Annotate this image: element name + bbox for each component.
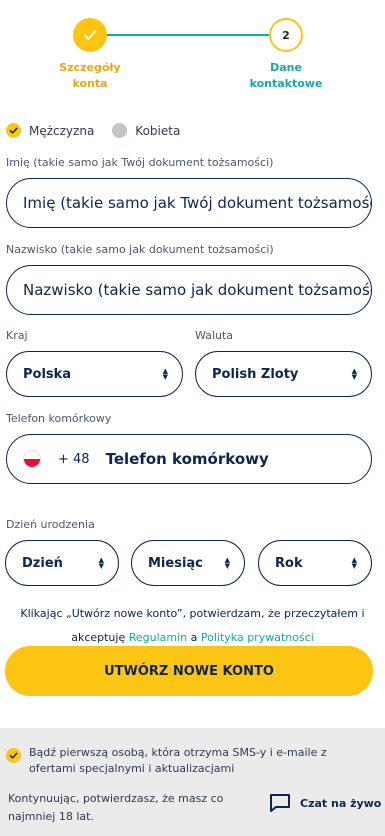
phone-prefix[interactable]: + 48 (58, 452, 90, 467)
radio-unchecked-icon[interactable] (112, 123, 128, 138)
birth-year-value: Rok (275, 555, 303, 571)
age-notice: Kontynuując, potwierdzasz, że masz co na… (8, 792, 224, 823)
step-1-done-indicator[interactable] (73, 18, 107, 52)
gender-option-male[interactable]: Mężczyzna (6, 123, 94, 138)
phone-placeholder: Telefon komórkowy (105, 450, 269, 468)
step-2-label-line2: kontaktowe (249, 77, 323, 90)
terms-accept-text: akceptuję (71, 631, 129, 644)
step-1-label[interactable]: Szczegóły konta (40, 60, 140, 92)
last-name-input[interactable]: Nazwisko (takie samo jak dokument tożsam… (6, 265, 372, 315)
checkbox-checked-icon[interactable] (6, 748, 21, 763)
last-name-label: Nazwisko (takie samo jak dokument tożsam… (6, 243, 274, 256)
registration-page: 2 Szczegóły konta Dane kontaktowe Mężczy… (0, 0, 385, 836)
regulations-link[interactable]: Regulamin (129, 631, 187, 644)
birthdate-label: Dzień urodzenia (6, 518, 95, 531)
phone-label: Telefon komórkowy (6, 412, 112, 425)
step-2-indicator: 2 (269, 18, 303, 52)
updown-arrows-icon: ▲ ▼ (351, 556, 357, 570)
create-account-label: UTWÓRZ NOWE KONTO (104, 663, 274, 679)
progress-stepper: 2 Szczegóły konta Dane kontaktowe (0, 18, 385, 98)
updown-arrows-icon: ▲ ▼ (351, 367, 357, 381)
chat-bubble-icon (270, 794, 290, 812)
live-chat-label: Czat na żywo (300, 796, 382, 810)
marketing-consent[interactable]: Bądź pierwszą osobą, która otrzyma SMS-y… (6, 745, 359, 777)
country-value: Polska (23, 366, 72, 382)
footer-panel: Bądź pierwszą osobą, która otrzyma SMS-y… (0, 728, 385, 836)
updown-arrows-icon: ▲ ▼ (98, 556, 104, 570)
radio-checked-icon[interactable] (6, 123, 21, 138)
birth-month-select[interactable]: Miesiąc ▲ ▼ (131, 540, 245, 586)
last-name-placeholder: Nazwisko (takie samo jak dokument tożsam… (23, 281, 372, 299)
terms-and-text: a (187, 631, 201, 644)
terms-notice: Klikając „Utwórz nowe konto”, potwierdza… (0, 602, 385, 650)
currency-value: Polish Zloty (212, 366, 299, 382)
privacy-policy-link[interactable]: Polityka prywatności (201, 631, 314, 644)
country-label: Kraj (6, 329, 28, 342)
marketing-consent-text: Bądź pierwszą osobą, która otrzyma SMS-y… (29, 746, 327, 775)
first-name-input[interactable]: Imię (takie samo jak Twój dokument tożsa… (6, 178, 372, 228)
step-1-label-line1: Szczegóły (59, 61, 121, 74)
updown-arrows-icon: ▲ ▼ (162, 367, 168, 381)
live-chat-button[interactable]: Czat na żywo (269, 793, 381, 813)
first-name-placeholder: Imię (takie samo jak Twój dokument tożsa… (23, 194, 372, 212)
gender-selector: Mężczyzna Kobieta (6, 123, 198, 138)
step-2-number: 2 (282, 28, 290, 42)
first-name-label: Imię (takie samo jak Twój dokument tożsa… (6, 156, 274, 169)
updown-arrows-icon: ▲ ▼ (224, 556, 230, 570)
birth-year-select[interactable]: Rok ▲ ▼ (258, 540, 372, 586)
birth-month-value: Miesiąc (148, 555, 203, 571)
checkmark-icon (84, 30, 96, 40)
country-select[interactable]: Polska ▲ ▼ (6, 351, 183, 397)
birth-day-value: Dzień (22, 555, 63, 571)
create-account-button[interactable]: UTWÓRZ NOWE KONTO (5, 646, 373, 696)
phone-input[interactable]: + 48 Telefon komórkowy (6, 434, 372, 484)
terms-line1: Klikając „Utwórz nowe konto”, potwierdza… (20, 607, 365, 620)
step-2-label-line1: Dane (270, 61, 302, 74)
step-1-label-line2: konta (72, 77, 108, 90)
currency-label: Waluta (195, 329, 233, 342)
poland-flag-icon[interactable] (23, 450, 41, 468)
stepper-connector-line (106, 34, 272, 36)
gender-female-label: Kobieta (135, 123, 181, 138)
step-2-label: Dane kontaktowe (236, 60, 336, 92)
currency-select[interactable]: Polish Zloty ▲ ▼ (195, 351, 372, 397)
gender-option-female[interactable]: Kobieta (112, 123, 180, 138)
birth-day-select[interactable]: Dzień ▲ ▼ (5, 540, 119, 586)
gender-male-label: Mężczyzna (29, 123, 95, 138)
